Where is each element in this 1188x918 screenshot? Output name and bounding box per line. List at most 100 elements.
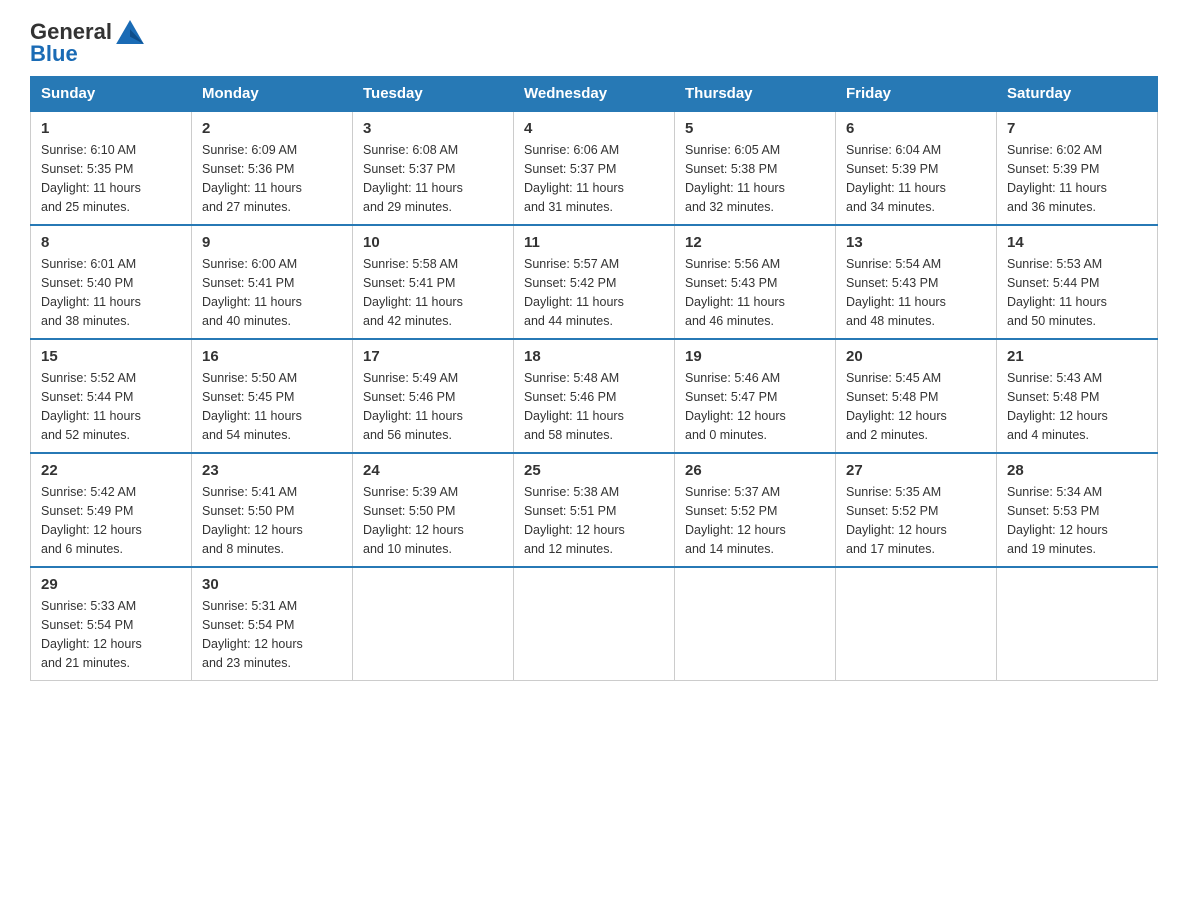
calendar-cell: 18 Sunrise: 5:48 AM Sunset: 5:46 PM Dayl… [514, 339, 675, 453]
calendar-cell: 9 Sunrise: 6:00 AM Sunset: 5:41 PM Dayli… [192, 225, 353, 339]
calendar-cell: 27 Sunrise: 5:35 AM Sunset: 5:52 PM Dayl… [836, 453, 997, 567]
calendar-cell [997, 567, 1158, 681]
calendar-week-row: 22 Sunrise: 5:42 AM Sunset: 5:49 PM Dayl… [31, 453, 1158, 567]
logo-blue-text: Blue [30, 42, 144, 66]
calendar-cell: 23 Sunrise: 5:41 AM Sunset: 5:50 PM Dayl… [192, 453, 353, 567]
day-number: 9 [202, 234, 342, 251]
weekday-header-sunday: Sunday [31, 77, 192, 112]
day-info: Sunrise: 5:41 AM Sunset: 5:50 PM Dayligh… [202, 483, 342, 558]
calendar-cell: 3 Sunrise: 6:08 AM Sunset: 5:37 PM Dayli… [353, 111, 514, 225]
calendar-cell: 1 Sunrise: 6:10 AM Sunset: 5:35 PM Dayli… [31, 111, 192, 225]
day-number: 23 [202, 462, 342, 479]
day-info: Sunrise: 5:45 AM Sunset: 5:48 PM Dayligh… [846, 369, 986, 444]
day-info: Sunrise: 5:48 AM Sunset: 5:46 PM Dayligh… [524, 369, 664, 444]
calendar-week-row: 29 Sunrise: 5:33 AM Sunset: 5:54 PM Dayl… [31, 567, 1158, 681]
day-info: Sunrise: 6:05 AM Sunset: 5:38 PM Dayligh… [685, 141, 825, 216]
calendar-cell [514, 567, 675, 681]
day-info: Sunrise: 6:00 AM Sunset: 5:41 PM Dayligh… [202, 255, 342, 330]
day-info: Sunrise: 6:10 AM Sunset: 5:35 PM Dayligh… [41, 141, 181, 216]
weekday-header-thursday: Thursday [675, 77, 836, 112]
day-info: Sunrise: 5:31 AM Sunset: 5:54 PM Dayligh… [202, 597, 342, 672]
calendar-cell: 30 Sunrise: 5:31 AM Sunset: 5:54 PM Dayl… [192, 567, 353, 681]
day-info: Sunrise: 5:49 AM Sunset: 5:46 PM Dayligh… [363, 369, 503, 444]
day-info: Sunrise: 5:56 AM Sunset: 5:43 PM Dayligh… [685, 255, 825, 330]
calendar-cell: 29 Sunrise: 5:33 AM Sunset: 5:54 PM Dayl… [31, 567, 192, 681]
day-info: Sunrise: 6:06 AM Sunset: 5:37 PM Dayligh… [524, 141, 664, 216]
day-info: Sunrise: 5:58 AM Sunset: 5:41 PM Dayligh… [363, 255, 503, 330]
calendar-cell: 26 Sunrise: 5:37 AM Sunset: 5:52 PM Dayl… [675, 453, 836, 567]
day-info: Sunrise: 5:46 AM Sunset: 5:47 PM Dayligh… [685, 369, 825, 444]
weekday-header-monday: Monday [192, 77, 353, 112]
calendar-table: SundayMondayTuesdayWednesdayThursdayFrid… [30, 76, 1158, 681]
calendar-week-row: 15 Sunrise: 5:52 AM Sunset: 5:44 PM Dayl… [31, 339, 1158, 453]
day-info: Sunrise: 5:54 AM Sunset: 5:43 PM Dayligh… [846, 255, 986, 330]
calendar-cell: 25 Sunrise: 5:38 AM Sunset: 5:51 PM Dayl… [514, 453, 675, 567]
page-header: General Blue [30, 20, 1158, 66]
day-number: 7 [1007, 120, 1147, 137]
day-info: Sunrise: 6:02 AM Sunset: 5:39 PM Dayligh… [1007, 141, 1147, 216]
day-info: Sunrise: 6:04 AM Sunset: 5:39 PM Dayligh… [846, 141, 986, 216]
day-number: 25 [524, 462, 664, 479]
calendar-cell: 2 Sunrise: 6:09 AM Sunset: 5:36 PM Dayli… [192, 111, 353, 225]
day-number: 5 [685, 120, 825, 137]
calendar-cell: 16 Sunrise: 5:50 AM Sunset: 5:45 PM Dayl… [192, 339, 353, 453]
day-number: 30 [202, 576, 342, 593]
calendar-cell: 5 Sunrise: 6:05 AM Sunset: 5:38 PM Dayli… [675, 111, 836, 225]
weekday-header-wednesday: Wednesday [514, 77, 675, 112]
day-number: 15 [41, 348, 181, 365]
day-number: 10 [363, 234, 503, 251]
day-info: Sunrise: 5:37 AM Sunset: 5:52 PM Dayligh… [685, 483, 825, 558]
day-number: 12 [685, 234, 825, 251]
day-info: Sunrise: 6:01 AM Sunset: 5:40 PM Dayligh… [41, 255, 181, 330]
calendar-cell: 11 Sunrise: 5:57 AM Sunset: 5:42 PM Dayl… [514, 225, 675, 339]
calendar-week-row: 8 Sunrise: 6:01 AM Sunset: 5:40 PM Dayli… [31, 225, 1158, 339]
day-info: Sunrise: 5:33 AM Sunset: 5:54 PM Dayligh… [41, 597, 181, 672]
calendar-cell: 12 Sunrise: 5:56 AM Sunset: 5:43 PM Dayl… [675, 225, 836, 339]
calendar-cell [836, 567, 997, 681]
day-info: Sunrise: 5:34 AM Sunset: 5:53 PM Dayligh… [1007, 483, 1147, 558]
day-info: Sunrise: 5:38 AM Sunset: 5:51 PM Dayligh… [524, 483, 664, 558]
day-number: 11 [524, 234, 664, 251]
day-number: 1 [41, 120, 181, 137]
day-number: 2 [202, 120, 342, 137]
calendar-week-row: 1 Sunrise: 6:10 AM Sunset: 5:35 PM Dayli… [31, 111, 1158, 225]
day-number: 22 [41, 462, 181, 479]
day-number: 27 [846, 462, 986, 479]
calendar-cell: 28 Sunrise: 5:34 AM Sunset: 5:53 PM Dayl… [997, 453, 1158, 567]
day-number: 26 [685, 462, 825, 479]
calendar-cell: 4 Sunrise: 6:06 AM Sunset: 5:37 PM Dayli… [514, 111, 675, 225]
day-info: Sunrise: 5:50 AM Sunset: 5:45 PM Dayligh… [202, 369, 342, 444]
weekday-header-friday: Friday [836, 77, 997, 112]
calendar-cell [353, 567, 514, 681]
calendar-cell: 7 Sunrise: 6:02 AM Sunset: 5:39 PM Dayli… [997, 111, 1158, 225]
calendar-cell: 13 Sunrise: 5:54 AM Sunset: 5:43 PM Dayl… [836, 225, 997, 339]
day-number: 17 [363, 348, 503, 365]
day-number: 4 [524, 120, 664, 137]
day-info: Sunrise: 5:42 AM Sunset: 5:49 PM Dayligh… [41, 483, 181, 558]
calendar-cell: 6 Sunrise: 6:04 AM Sunset: 5:39 PM Dayli… [836, 111, 997, 225]
calendar-cell [675, 567, 836, 681]
day-number: 21 [1007, 348, 1147, 365]
day-info: Sunrise: 5:43 AM Sunset: 5:48 PM Dayligh… [1007, 369, 1147, 444]
day-info: Sunrise: 6:09 AM Sunset: 5:36 PM Dayligh… [202, 141, 342, 216]
calendar-cell: 14 Sunrise: 5:53 AM Sunset: 5:44 PM Dayl… [997, 225, 1158, 339]
day-number: 3 [363, 120, 503, 137]
calendar-cell: 10 Sunrise: 5:58 AM Sunset: 5:41 PM Dayl… [353, 225, 514, 339]
day-number: 14 [1007, 234, 1147, 251]
calendar-cell: 24 Sunrise: 5:39 AM Sunset: 5:50 PM Dayl… [353, 453, 514, 567]
day-number: 24 [363, 462, 503, 479]
day-number: 29 [41, 576, 181, 593]
day-number: 8 [41, 234, 181, 251]
calendar-cell: 19 Sunrise: 5:46 AM Sunset: 5:47 PM Dayl… [675, 339, 836, 453]
calendar-cell: 8 Sunrise: 6:01 AM Sunset: 5:40 PM Dayli… [31, 225, 192, 339]
calendar-cell: 20 Sunrise: 5:45 AM Sunset: 5:48 PM Dayl… [836, 339, 997, 453]
day-info: Sunrise: 5:53 AM Sunset: 5:44 PM Dayligh… [1007, 255, 1147, 330]
day-info: Sunrise: 5:35 AM Sunset: 5:52 PM Dayligh… [846, 483, 986, 558]
calendar-cell: 22 Sunrise: 5:42 AM Sunset: 5:49 PM Dayl… [31, 453, 192, 567]
logo-icon [116, 20, 144, 44]
day-number: 19 [685, 348, 825, 365]
weekday-header-row: SundayMondayTuesdayWednesdayThursdayFrid… [31, 77, 1158, 112]
day-info: Sunrise: 5:57 AM Sunset: 5:42 PM Dayligh… [524, 255, 664, 330]
calendar-cell: 17 Sunrise: 5:49 AM Sunset: 5:46 PM Dayl… [353, 339, 514, 453]
weekday-header-tuesday: Tuesday [353, 77, 514, 112]
